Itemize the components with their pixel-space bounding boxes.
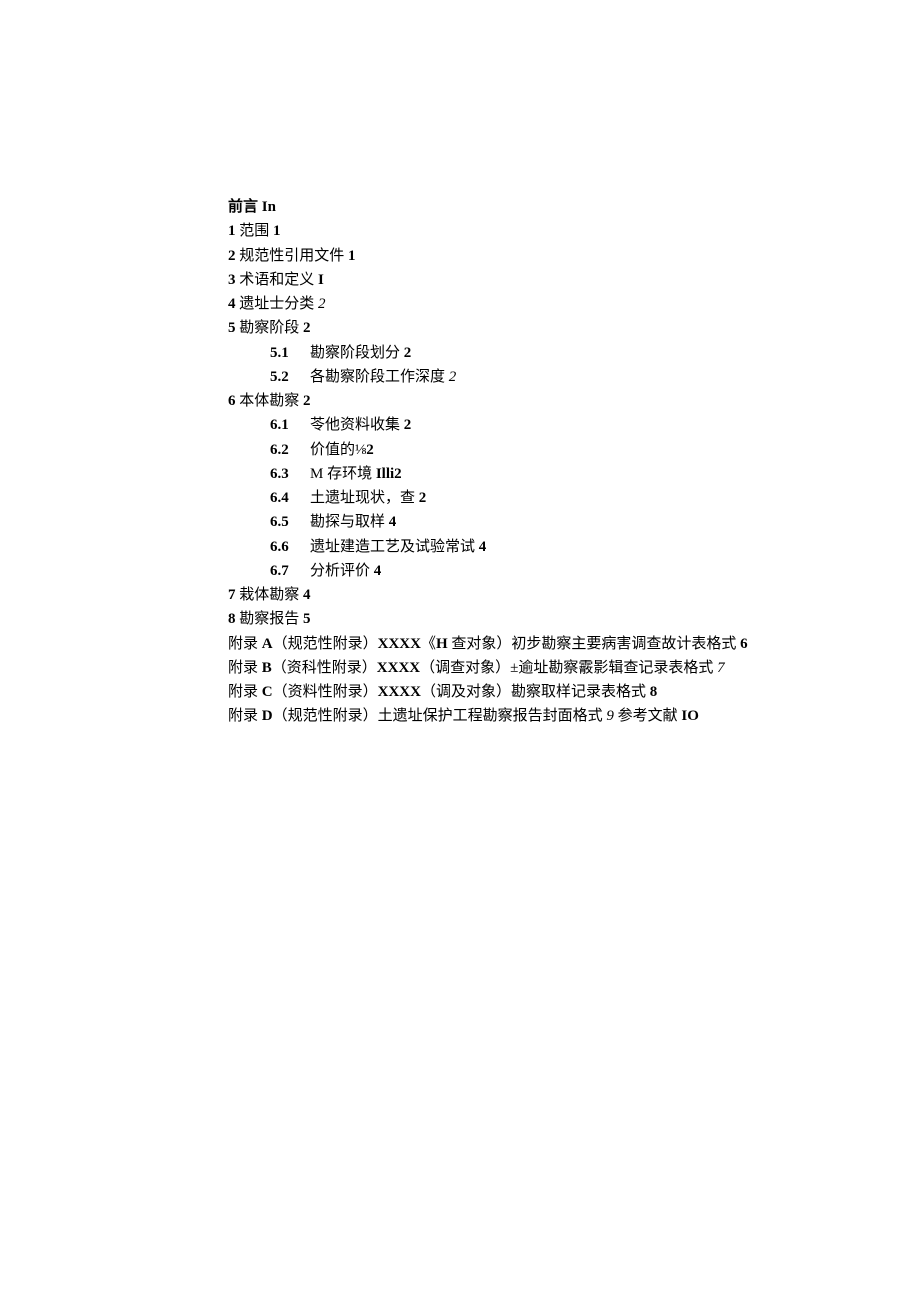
toc-ch1: 1 范围 1 — [228, 220, 830, 243]
toc-text-segment: （调查对象）±逾址勘察霰影辑查记录表格式 — [420, 660, 717, 676]
toc-text-segment: 附录 — [228, 684, 262, 700]
toc-text-segment: 9 — [606, 708, 617, 724]
toc-text-segment: 范围 — [239, 223, 273, 239]
toc-5-2: 5.2 各勘察阶段工作深度 2 — [228, 366, 830, 389]
toc-sub-text: M 存环境 Illi2 — [310, 463, 402, 486]
toc-text-segment: A — [262, 636, 273, 652]
toc-ch3: 3 术语和定义 I — [228, 269, 830, 292]
toc-ch8: 8 勘察报告 5 — [228, 608, 830, 631]
toc-text-segment: XXXX — [378, 684, 421, 700]
toc-sub-text: 遗址建造工艺及试验常试 4 — [310, 536, 486, 559]
toc-text-segment: 3 — [228, 272, 239, 288]
toc-sub-num: 6.7 — [270, 560, 310, 583]
toc-sub-num: 5.1 — [270, 342, 310, 365]
toc-text-segment: 5 — [228, 320, 239, 336]
toc-text-segment: 7 — [717, 660, 725, 676]
toc-sub-text: 分析评价 4 — [310, 560, 381, 583]
toc-sub-text: 勘探与取样 4 — [310, 511, 396, 534]
toc-sub-num: 5.2 — [270, 366, 310, 389]
toc-text-segment: 附录 — [228, 636, 262, 652]
toc-text-segment: 1 — [348, 248, 356, 264]
toc-sub-num: 6.1 — [270, 414, 310, 437]
toc-text-segment: XXXX — [378, 636, 421, 652]
toc-6-3: 6.3 M 存环境 Illi2 — [228, 463, 830, 486]
toc-text-segment: 1 — [228, 223, 239, 239]
toc-text-segment: 4 — [303, 587, 311, 603]
toc-text-segment: 栽体勘察 — [239, 587, 303, 603]
toc-ch4: 4 遗址士分类 2 — [228, 293, 830, 316]
toc-text-segment: 本体勘察 — [239, 393, 303, 409]
toc-6-7: 6.7 分析评价 4 — [228, 560, 830, 583]
toc-sub-num: 6.3 — [270, 463, 310, 486]
document-page: 前言 In 1 范围 1 2 规范性引用文件 1 3 术语和定义 I 4 遗址士… — [0, 0, 920, 729]
toc-text-segment: 7 — [228, 587, 239, 603]
toc-text-segment: In — [262, 199, 276, 215]
toc-text-segment: 5 — [303, 611, 311, 627]
toc-sub-text: 各勘察阶段工作深度 2 — [310, 366, 456, 389]
toc-text-segment: （资科性附录） — [272, 660, 377, 676]
toc-ch6: 6 本体勘察 2 — [228, 390, 830, 413]
toc-text-segment: （规范性附录）土遗址保护工程勘察报告封面格式 — [273, 708, 607, 724]
toc-ch5: 5 勘察阶段 2 — [228, 317, 830, 340]
toc-text-segment: （资料性附录） — [273, 684, 378, 700]
toc-text-segment: （规范性附录） — [273, 636, 378, 652]
toc-text-segment: 8 — [650, 684, 658, 700]
toc-text-segment: D — [262, 708, 273, 724]
toc-appendix-d: 附录 D（规范性附录）土遗址保护工程勘察报告封面格式 9 参考文献 IO — [228, 705, 830, 728]
toc-text-segment: 2 — [228, 248, 239, 264]
toc-sub-num: 6.2 — [270, 439, 310, 462]
toc-text-segment: B — [262, 660, 272, 676]
toc-text-segment: 2 — [318, 296, 326, 312]
toc-6-4: 6.4 土遗址现状，查 2 — [228, 487, 830, 510]
toc-text-segment: 查对象）初步勘察主要病害调查故计表格式 — [451, 636, 740, 652]
toc-text-segment: 2 — [303, 320, 311, 336]
toc-text-segment: 参考文献 — [618, 708, 682, 724]
toc-ch2: 2 规范性引用文件 1 — [228, 245, 830, 268]
toc-text-segment: （调及对象）勘察取样记录表格式 — [421, 684, 650, 700]
toc-sub-num: 6.5 — [270, 511, 310, 534]
toc-sub-num: 6.4 — [270, 487, 310, 510]
toc-sub-num: 6.6 — [270, 536, 310, 559]
toc-preface: 前言 In — [228, 196, 830, 219]
toc-text-segment: 勘察阶段 — [239, 320, 303, 336]
toc-text-segment: 6 — [228, 393, 239, 409]
toc-text-segment: IO — [681, 708, 699, 724]
toc-sub-text: 勘察阶段划分 2 — [310, 342, 411, 365]
toc-text-segment: 规范性引用文件 — [239, 248, 348, 264]
toc-sub-text: 土遗址现状，查 2 — [310, 487, 426, 510]
toc-text-segment: 8 — [228, 611, 239, 627]
toc-text-segment: 遗址士分类 — [239, 296, 318, 312]
toc-text-segment: 4 — [228, 296, 239, 312]
toc-appendix-a: 附录 A（规范性附录）XXXX《H 查对象）初步勘察主要病害调查故计表格式 6 — [228, 633, 830, 656]
toc-text-segment: XXXX — [377, 660, 420, 676]
toc-text-segment: 前言 — [228, 199, 262, 215]
toc-appendix-b: 附录 B（资科性附录）XXXX（调查对象）±逾址勘察霰影辑查记录表格式 7 — [228, 657, 830, 680]
toc-text-segment: 附录 — [228, 660, 262, 676]
toc-text-segment: 2 — [303, 393, 311, 409]
toc-text-segment: 附录 — [228, 708, 262, 724]
toc-6-1: 6.1 苓他资料收集 2 — [228, 414, 830, 437]
toc-text-segment: 术语和定义 — [239, 272, 318, 288]
toc-6-5: 6.5 勘探与取样 4 — [228, 511, 830, 534]
toc-text-segment: 1 — [273, 223, 281, 239]
toc-text-segment: 6 — [740, 636, 748, 652]
toc-5-1: 5.1 勘察阶段划分 2 — [228, 342, 830, 365]
toc-text-segment: I — [318, 272, 324, 288]
toc-ch7: 7 栽体勘察 4 — [228, 584, 830, 607]
toc-6-2: 6.2 价值的⅛2 — [228, 439, 830, 462]
toc-text-segment: H — [436, 636, 451, 652]
toc-text-segment: C — [262, 684, 273, 700]
toc-text-segment: 勘察报告 — [239, 611, 303, 627]
toc-sub-text: 价值的⅛2 — [310, 439, 374, 462]
toc-text-segment: 《 — [421, 636, 436, 652]
toc-appendix-c: 附录 C（资料性附录）XXXX（调及对象）勘察取样记录表格式 8 — [228, 681, 830, 704]
toc-sub-text: 苓他资料收集 2 — [310, 414, 411, 437]
toc-6-6: 6.6 遗址建造工艺及试验常试 4 — [228, 536, 830, 559]
